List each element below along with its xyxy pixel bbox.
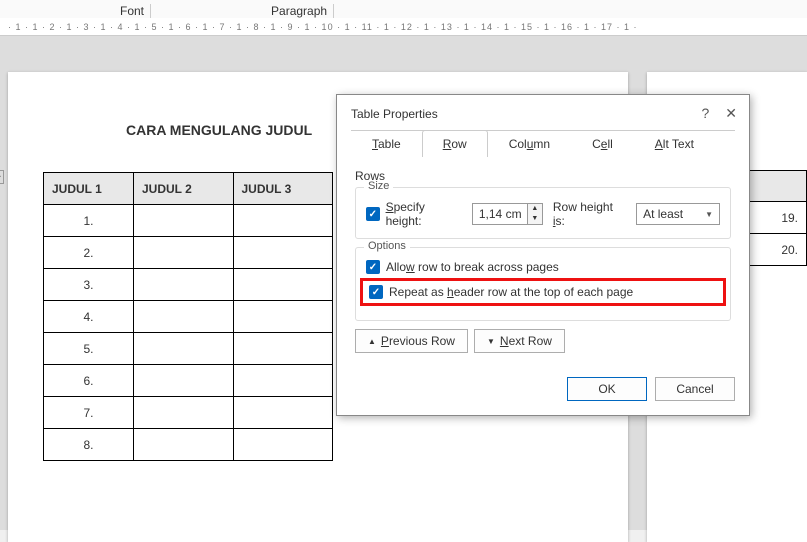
col-header[interactable]: JUDUL 3 <box>233 173 333 205</box>
table-row: 3. <box>44 269 333 301</box>
table-row: 7. <box>44 397 333 429</box>
help-button[interactable]: ? <box>701 105 709 122</box>
dialog-tabs: Table Row Column Cell Alt Text <box>337 130 749 157</box>
table-row: 5. <box>44 333 333 365</box>
spin-down-icon[interactable]: ▼ <box>528 214 542 224</box>
col-header[interactable]: JUDUL 2 <box>134 173 234 205</box>
ribbon-groups: Font Paragraph <box>0 0 807 18</box>
tab-row[interactable]: Row <box>422 130 488 157</box>
col-header[interactable]: JUDUL 1 <box>44 173 134 205</box>
document-area: ✥ CARA MENGULANG JUDUL JUDUL 1 JUDUL 2 J… <box>0 36 807 530</box>
repeat-header-checkbox[interactable]: ✓ Repeat as header row at the top of eac… <box>369 285 717 299</box>
checkbox-checked-icon: ✓ <box>366 260 380 274</box>
ok-button[interactable]: OK <box>567 377 647 401</box>
specify-height-checkbox[interactable]: ✓ Specify height: <box>366 200 462 228</box>
size-group: Size ✓ Specify height: ▲▼ Row height is:… <box>355 187 731 239</box>
chevron-down-icon: ▼ <box>705 210 713 219</box>
horizontal-ruler[interactable]: · 1 · 1 · 2 · 1 · 3 · 1 · 4 · 1 · 5 · 1 … <box>0 18 807 36</box>
close-button[interactable]: ✕ <box>725 105 737 122</box>
dialog-title: Table Properties <box>351 107 438 121</box>
table-properties-dialog: Table Properties ? ✕ Table Row Column Ce… <box>336 94 750 416</box>
triangle-up-icon: ▲ <box>368 337 376 346</box>
row-height-select[interactable]: At least▼ <box>636 203 720 225</box>
height-input[interactable] <box>473 207 527 221</box>
tab-cell[interactable]: Cell <box>571 130 634 157</box>
next-row-button[interactable]: ▼Next Row <box>474 329 565 353</box>
table-header-row: JUDUL 1 JUDUL 2 JUDUL 3 <box>44 173 333 205</box>
table-row: 8. <box>44 429 333 461</box>
allow-break-checkbox[interactable]: ✓ Allow row to break across pages <box>366 260 720 274</box>
checkbox-checked-icon: ✓ <box>369 285 383 299</box>
table-move-handle[interactable]: ✥ <box>0 170 4 184</box>
row-height-is-label: Row height is: <box>553 200 626 228</box>
checkbox-checked-icon: ✓ <box>366 207 380 221</box>
tab-table[interactable]: Table <box>351 130 422 157</box>
triangle-down-icon: ▼ <box>487 337 495 346</box>
table-row: 4. <box>44 301 333 333</box>
height-spinner[interactable]: ▲▼ <box>472 203 543 225</box>
previous-row-button[interactable]: ▲Previous Row <box>355 329 468 353</box>
tab-column[interactable]: Column <box>488 130 571 157</box>
document-table[interactable]: JUDUL 1 JUDUL 2 JUDUL 3 1. 2. 3. 4. 5. 6… <box>43 172 333 461</box>
cancel-button[interactable]: Cancel <box>655 377 735 401</box>
tab-alt-text[interactable]: Alt Text <box>634 130 715 157</box>
highlight-box: ✓ Repeat as header row at the top of eac… <box>360 278 726 306</box>
ribbon-group-font: Font <box>120 4 151 18</box>
table-row: 2. <box>44 237 333 269</box>
ribbon-group-paragraph: Paragraph <box>271 4 334 18</box>
rows-label: Rows <box>355 169 731 183</box>
options-group: Options ✓ Allow row to break across page… <box>355 247 731 321</box>
table-row: 6. <box>44 365 333 397</box>
spin-up-icon[interactable]: ▲ <box>528 204 542 214</box>
table-row: 1. <box>44 205 333 237</box>
